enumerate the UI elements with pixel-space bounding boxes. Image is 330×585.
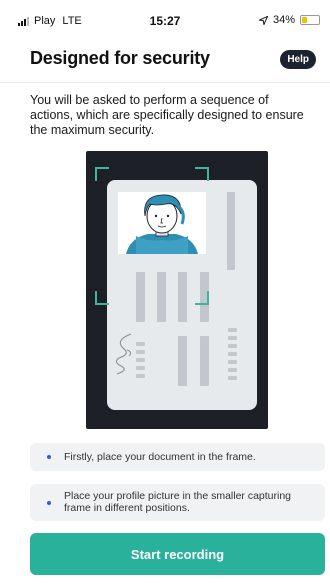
portrait-icon [118,192,206,254]
status-bar: Play LTE 15:27 34% [0,0,330,44]
info-text: Firstly, place your document in the fram… [64,451,256,463]
bullet-icon [47,455,51,459]
card-bar [136,272,145,322]
status-right: 34% [258,14,320,26]
info-text: Place your profile picture in the smalle… [64,490,292,514]
frame-corner-bottom-right [195,291,209,305]
card-line [228,376,237,380]
card-bar [178,336,187,386]
frame-corner-bottom-left [95,291,109,305]
battery-percent: 34% [272,14,295,26]
signature-mark [115,333,132,375]
card-line [228,352,237,356]
info-item: Place your profile picture in the smalle… [30,484,325,521]
id-card-in-frame-illustration [86,151,268,429]
card-line [228,328,237,332]
card-bar [200,336,209,386]
card-line [228,360,237,364]
help-button[interactable]: Help [280,50,316,69]
location-arrow-icon [258,15,268,25]
header-divider [0,82,330,83]
card-line [228,368,237,372]
frame-corner-top-right [195,167,209,181]
battery-fill [302,17,308,23]
id-photo-portrait [118,192,206,254]
header: Designed for security Help [0,44,330,80]
card-bar [227,192,235,270]
bullet-icon [47,501,51,505]
battery-icon [300,15,320,25]
start-recording-button[interactable]: Start recording [30,533,325,575]
id-card [107,180,257,410]
card-line [228,344,237,348]
page-title: Designed for security [30,48,210,68]
info-item: Firstly, place your document in the fram… [30,443,325,471]
card-bar [157,272,166,322]
frame-corner-top-left [95,167,109,181]
description-text: You will be asked to perform a sequence … [30,93,304,137]
card-bar [178,272,187,322]
card-line [228,336,237,340]
